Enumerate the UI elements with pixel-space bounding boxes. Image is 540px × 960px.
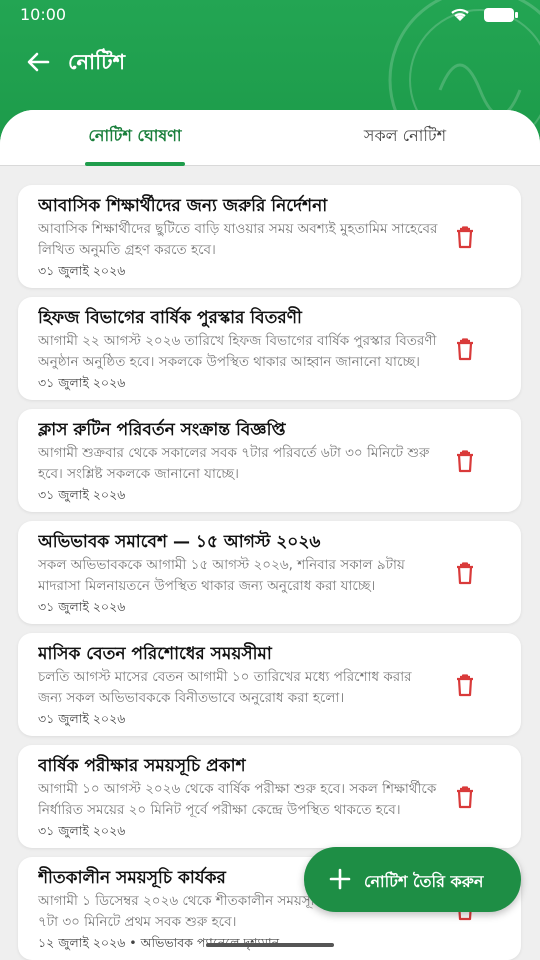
notice-body: আগামী ২২ আগস্ট ২০২৬ তারিখে হিফজ বিভাগের …	[38, 333, 437, 370]
notice-date: ৩১ জুলাই ২০২৬	[38, 711, 126, 726]
notice-date: ৩১ জুলাই ২০২৬	[38, 487, 126, 502]
status-time: 10:00	[20, 5, 67, 24]
notice-title: ক্লাস রুটিন পরিবর্তন সংক্রান্ত বিজ্ঞপ্তি	[38, 420, 286, 440]
tab-notice-announcement[interactable]: নোটিশ ঘোষণা	[0, 110, 270, 166]
notice-date: ৩১ জুলাই ২০২৬	[38, 375, 126, 390]
notice-body: আগামী ১০ আগস্ট ২০২৬ থেকে বার্ষিক পরীক্ষা…	[38, 781, 437, 818]
notice-title: হিফজ বিভাগের বার্ষিক পুরস্কার বিতরণী	[38, 308, 302, 328]
trash-icon[interactable]	[453, 225, 477, 249]
notice-date: ৩১ জুলাই ২০২৬	[38, 263, 126, 278]
create-notice-label: নোটিশ তৈরি করুন	[364, 872, 484, 891]
notice-title: মাসিক বেতন পরিশোধের সময়সীমা	[38, 644, 272, 664]
page-title: নোটিশ	[68, 50, 126, 74]
home-indicator	[206, 943, 334, 947]
notice-card[interactable]: ক্লাস রুটিন পরিবর্তন সংক্রান্ত বিজ্ঞপ্তি…	[18, 409, 521, 512]
notice-card[interactable]: আবাসিক শিক্ষার্থীদের জন্য জরুরি নির্দেশন…	[18, 185, 521, 288]
trash-icon[interactable]	[453, 673, 477, 697]
tab-bar: নোটিশ ঘোষণা সকল নোটিশ	[0, 110, 540, 166]
notice-title: অভিভাবক সমাবেশ — ১৫ আগস্ট ২০২৬	[38, 532, 321, 552]
notice-card[interactable]: বার্ষিক পরীক্ষার সময়সূচি প্রকাশ আগামী ১…	[18, 745, 521, 848]
trash-icon[interactable]	[453, 337, 477, 361]
trash-icon[interactable]	[453, 785, 477, 809]
notice-card[interactable]: অভিভাবক সমাবেশ — ১৫ আগস্ট ২০২৬ সকল অভিভা…	[18, 521, 521, 624]
app-bar: নোটিশ	[0, 38, 540, 84]
content-sheet: নোটিশ ঘোষণা সকল নোটিশ আবাসিক শিক্ষার্থীদ…	[0, 110, 540, 960]
tab-all-notices[interactable]: সকল নোটিশ	[270, 110, 540, 166]
trash-icon[interactable]	[453, 449, 477, 473]
wifi-battery-icon	[451, 8, 518, 22]
notice-title: আবাসিক শিক্ষার্থীদের জন্য জরুরি নির্দেশন…	[38, 196, 328, 216]
back-arrow-icon[interactable]	[22, 46, 54, 78]
notice-title: বার্ষিক পরীক্ষার সময়সূচি প্রকাশ	[38, 756, 246, 776]
notice-body: আবাসিক শিক্ষার্থীদের ছুটিতে বাড়ি যাওয়া…	[38, 221, 438, 258]
notice-body: সকল অভিভাবককে আগামী ১৫ আগস্ট ২০২৬, শনিবা…	[38, 557, 405, 594]
notice-list: আবাসিক শিক্ষার্থীদের জন্য জরুরি নির্দেশন…	[18, 185, 521, 960]
create-notice-button[interactable]: নোটিশ তৈরি করুন	[304, 847, 521, 912]
notice-card[interactable]: মাসিক বেতন পরিশোধের সময়সীমা চলতি আগস্ট …	[18, 633, 521, 736]
tab-indicator	[85, 162, 185, 166]
notice-body: চলতি আগস্ট মাসের বেতন আগামী ১০ তারিখের ম…	[38, 669, 412, 706]
notice-date: ৩১ জুলাই ২০২৬	[38, 823, 126, 838]
notice-body: আগামী শুক্রবার থেকে সকালের সবক ৭টার পরিব…	[38, 445, 430, 482]
trash-icon[interactable]	[453, 561, 477, 585]
status-bar: 10:00	[0, 0, 540, 30]
plus-icon	[329, 868, 351, 890]
notice-card[interactable]: হিফজ বিভাগের বার্ষিক পুরস্কার বিতরণী আগা…	[18, 297, 521, 400]
notice-date: ৩১ জুলাই ২০২৬	[38, 599, 126, 614]
